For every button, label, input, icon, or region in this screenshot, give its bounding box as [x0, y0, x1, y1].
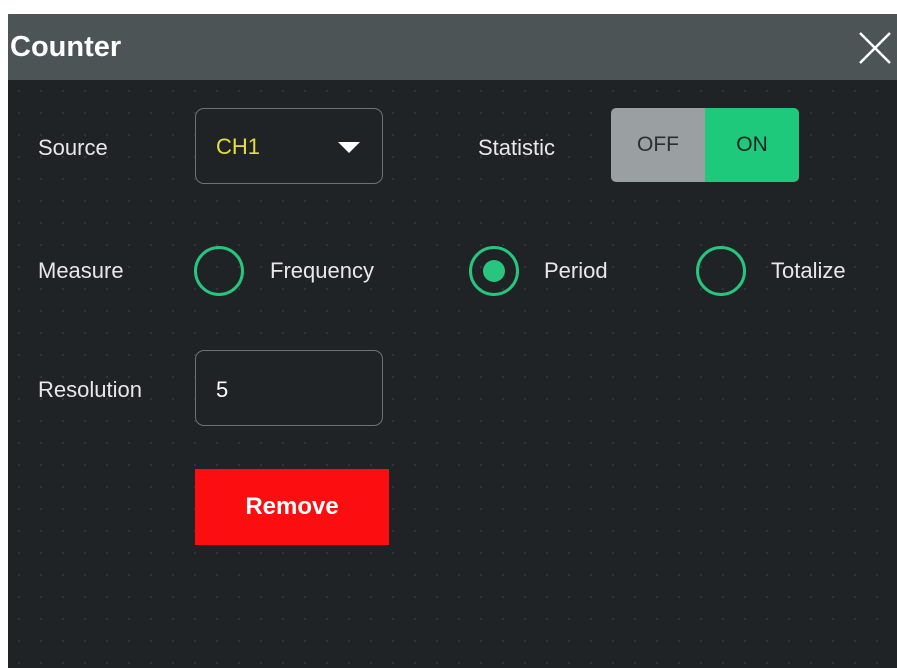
counter-dialog: Counter Source CH1 Statistic OFF ON Meas… [8, 14, 897, 668]
dialog-title: Counter [10, 31, 122, 63]
close-icon[interactable] [855, 28, 895, 68]
resolution-value: 5 [216, 377, 229, 402]
radio-frequency-label[interactable]: Frequency [270, 258, 374, 284]
radio-selected-dot [483, 260, 505, 282]
resolution-input[interactable]: 5 [195, 350, 383, 426]
radio-totalize[interactable] [696, 246, 746, 296]
statistic-off-option[interactable]: OFF [611, 108, 705, 182]
source-label: Source [38, 135, 108, 160]
source-dropdown[interactable]: CH1 [195, 108, 383, 184]
dialog-content: Source CH1 Statistic OFF ON Measure Freq… [8, 80, 897, 668]
remove-button[interactable]: Remove [195, 469, 389, 545]
dialog-titlebar: Counter [8, 14, 897, 80]
radio-frequency[interactable] [194, 246, 244, 296]
statistic-toggle[interactable]: OFF ON [611, 108, 799, 182]
radio-period-label[interactable]: Period [544, 258, 608, 284]
measure-label: Measure [38, 258, 124, 283]
statistic-label: Statistic [478, 135, 556, 160]
source-value: CH1 [216, 134, 261, 159]
radio-period[interactable] [469, 246, 519, 296]
radio-totalize-label[interactable]: Totalize [771, 258, 846, 284]
caret-down-icon [338, 142, 360, 153]
resolution-label: Resolution [38, 377, 142, 402]
statistic-on-option[interactable]: ON [705, 108, 799, 182]
